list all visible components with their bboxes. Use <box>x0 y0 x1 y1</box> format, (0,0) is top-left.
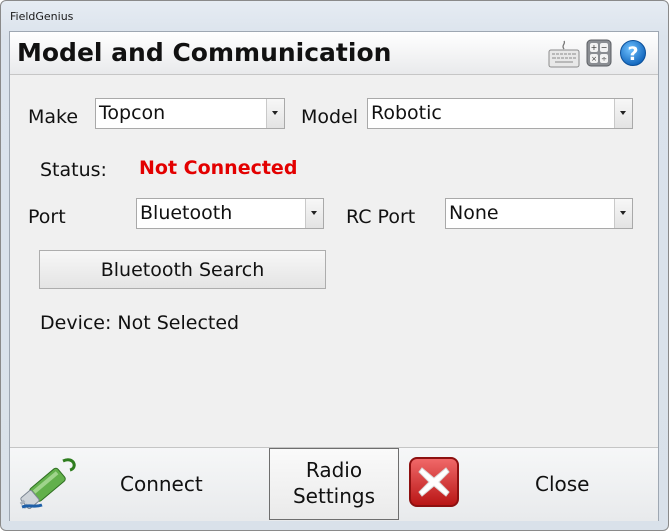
radio-settings-label-line2: Settings <box>292 484 376 508</box>
calculator-icon[interactable]: + − × ÷ <box>586 39 612 71</box>
port-select-value: Bluetooth <box>140 202 233 224</box>
rc-port-select[interactable]: None <box>445 198 633 229</box>
device-status-text: Device: Not Selected <box>40 312 240 334</box>
svg-text:+: + <box>591 43 598 52</box>
status-label: Status: <box>40 159 107 181</box>
model-select-value: Robotic <box>371 102 442 124</box>
radio-settings-label-line1: Radio <box>305 458 363 482</box>
title-bar[interactable]: FieldGenius <box>1 1 668 31</box>
bluetooth-search-button[interactable]: Bluetooth Search <box>39 250 326 289</box>
chevron-down-icon[interactable] <box>614 99 632 128</box>
page-header: Model and Communication + − × ÷ ? <box>10 32 658 75</box>
close-label: Close <box>535 472 590 496</box>
svg-text:÷: ÷ <box>601 55 607 63</box>
close-icon <box>408 456 460 513</box>
rc-port-label: RC Port <box>346 206 416 228</box>
make-select-value: Topcon <box>99 102 166 124</box>
connector-plug-icon <box>14 452 78 519</box>
help-icon[interactable]: ? <box>619 39 647 71</box>
radio-settings-button[interactable]: Radio Settings <box>269 448 399 520</box>
port-select[interactable]: Bluetooth <box>136 198 324 229</box>
page-title: Model and Communication <box>17 38 392 67</box>
keyboard-icon[interactable] <box>548 38 580 74</box>
model-label: Model <box>301 106 359 128</box>
model-select[interactable]: Robotic <box>367 98 633 129</box>
make-label: Make <box>28 106 79 128</box>
port-label: Port <box>28 206 66 228</box>
connect-label: Connect <box>120 472 203 496</box>
rc-port-select-value: None <box>449 202 499 224</box>
status-value: Not Connected <box>139 157 298 179</box>
connect-button[interactable]: Connect <box>10 448 268 520</box>
svg-text:−: − <box>601 43 608 52</box>
chevron-down-icon[interactable] <box>305 199 323 228</box>
app-window: FieldGenius Model and Communication + − … <box>0 0 669 531</box>
make-select[interactable]: Topcon <box>95 98 285 129</box>
bluetooth-search-label: Bluetooth Search <box>100 259 265 281</box>
svg-text:×: × <box>591 55 597 63</box>
close-button[interactable]: Close <box>400 448 658 520</box>
window-title: FieldGenius <box>10 10 74 23</box>
dialog-body: Model and Communication + − × ÷ ? Make T… <box>9 31 659 521</box>
svg-text:?: ? <box>627 43 638 65</box>
chevron-down-icon[interactable] <box>614 199 632 228</box>
footer-toolbar: Connect Radio Settings Close <box>10 447 658 521</box>
chevron-down-icon[interactable] <box>266 99 284 128</box>
